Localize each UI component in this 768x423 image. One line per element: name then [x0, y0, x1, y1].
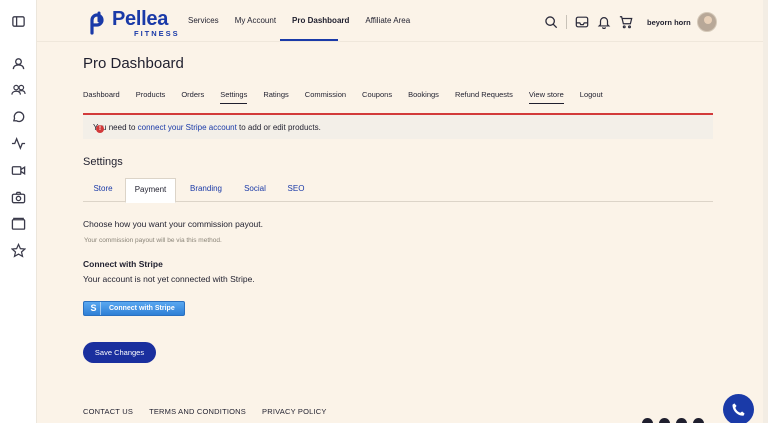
alert-icon: ! [96, 125, 104, 133]
page-title: Pro Dashboard [83, 55, 184, 72]
brand-sub: FITNESS [134, 29, 180, 38]
social-icon[interactable] [693, 418, 704, 423]
save-changes-button[interactable]: Save Changes [83, 342, 156, 363]
search-icon[interactable] [544, 15, 558, 29]
tab-branding[interactable]: Branding [181, 178, 231, 202]
connect-stripe-label: Connect with Stripe [109, 305, 175, 312]
footer-privacy[interactable]: PRIVACY POLICY [262, 407, 327, 416]
nav-my-account[interactable]: My Account [235, 16, 276, 25]
phone-icon [732, 403, 745, 416]
avatar[interactable] [696, 12, 717, 32]
tab-commission[interactable]: Commission [305, 90, 346, 104]
alert-text: You need to connect your Stripe account … [93, 123, 321, 132]
nav-services[interactable]: Services [188, 16, 219, 25]
tab-coupons[interactable]: Coupons [362, 90, 392, 104]
camera-icon[interactable] [11, 190, 26, 205]
page-scrollbar[interactable] [763, 0, 768, 423]
tab-payment[interactable]: Payment [125, 178, 176, 203]
payout-hint: Your commission payout will be via this … [84, 237, 222, 244]
header-actions: beyorn horn [544, 12, 717, 32]
stripe-status: Your account is not yet connected with S… [83, 274, 255, 284]
alert-suffix: to add or edit products. [236, 123, 321, 132]
tab-settings[interactable]: Settings [220, 90, 248, 104]
footer-terms[interactable]: TERMS AND CONDITIONS [149, 407, 246, 416]
call-button[interactable] [723, 394, 754, 423]
nav-affiliate-area[interactable]: Affiliate Area [365, 16, 410, 25]
brand-name: Pellea [112, 8, 169, 30]
connect-stripe-button[interactable]: S Connect with Stripe [83, 301, 185, 316]
tab-seo[interactable]: SEO [280, 178, 312, 202]
left-rail [0, 0, 37, 423]
chat-icon[interactable] [11, 109, 26, 124]
bell-icon[interactable] [597, 15, 611, 29]
username[interactable]: beyorn horn [647, 18, 691, 27]
video-icon[interactable] [11, 163, 26, 178]
settings-tabs: Store Payment Branding Social SEO [83, 178, 713, 203]
top-nav: Services My Account Pro Dashboard Affili… [188, 16, 426, 25]
inbox-icon[interactable] [575, 15, 589, 29]
cart-icon[interactable] [619, 15, 633, 29]
tab-bookings[interactable]: Bookings [408, 90, 439, 104]
tab-social[interactable]: Social [235, 178, 275, 202]
tab-dashboard[interactable]: Dashboard [83, 90, 120, 104]
stripe-icon: S [87, 302, 101, 315]
folder-icon[interactable] [11, 216, 26, 231]
footer-contact-us[interactable]: CONTACT US [83, 407, 133, 416]
user-icon[interactable] [11, 56, 26, 71]
header-divider-line [37, 41, 768, 42]
users-icon[interactable] [11, 82, 26, 97]
header-divider [566, 15, 567, 29]
social-icon[interactable] [642, 418, 653, 423]
tab-refund-requests[interactable]: Refund Requests [455, 90, 513, 104]
footer-links: CONTACT US TERMS AND CONDITIONS PRIVACY … [83, 407, 343, 416]
social-icon[interactable] [659, 418, 670, 423]
dashboard-tabs: Dashboard Products Orders Settings Ratin… [83, 90, 619, 104]
tab-store[interactable]: Store [83, 178, 123, 202]
settings-title: Settings [83, 156, 123, 168]
payout-question: Choose how you want your commission payo… [83, 219, 264, 229]
tab-ratings[interactable]: Ratings [263, 90, 288, 104]
star-icon[interactable] [11, 243, 26, 258]
pellea-logo-icon [90, 11, 104, 35]
sidebar-toggle-icon[interactable] [11, 14, 26, 29]
nav-pro-dashboard[interactable]: Pro Dashboard [292, 16, 349, 25]
tab-orders[interactable]: Orders [181, 90, 204, 104]
connect-stripe-link[interactable]: connect your Stripe account [138, 123, 237, 132]
brand-logo[interactable]: Pellea FITNESS [84, 9, 180, 38]
tab-view-store[interactable]: View store [528, 90, 564, 104]
social-icon[interactable] [676, 418, 687, 423]
social-links [642, 418, 710, 423]
activity-icon[interactable] [11, 136, 26, 151]
stripe-alert: You need to connect your Stripe account … [83, 113, 713, 139]
stripe-section-title: Connect with Stripe [83, 259, 163, 269]
tab-products[interactable]: Products [136, 90, 166, 104]
tab-logout[interactable]: Logout [580, 90, 603, 104]
